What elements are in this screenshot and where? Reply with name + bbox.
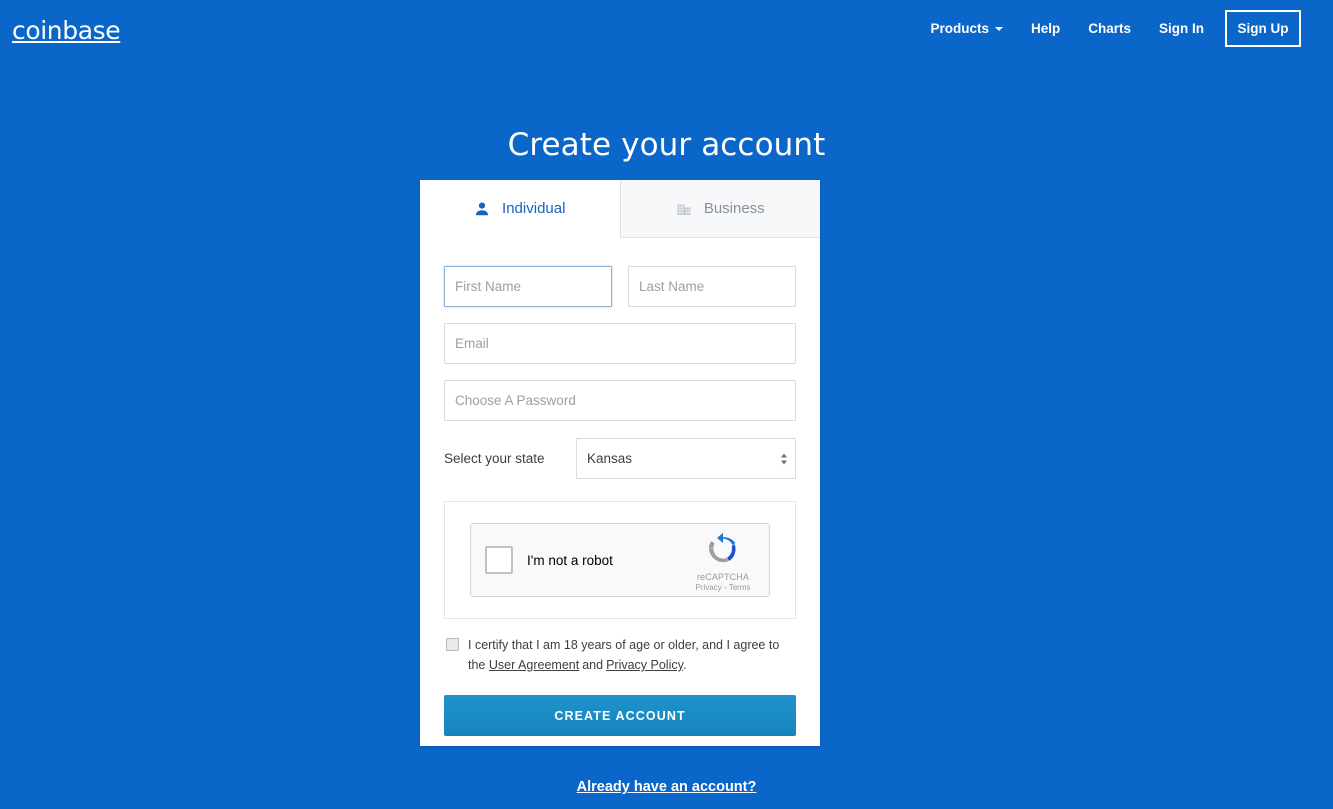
state-label: Select your state <box>444 451 545 466</box>
consent-text-after: . <box>682 658 687 672</box>
chevron-down-icon <box>994 27 1003 31</box>
top-navigation-bar: coinbase Products Help Charts Sign In Si… <box>0 0 1333 58</box>
consent-text-between: and <box>582 658 604 672</box>
user-agreement-link[interactable]: User Agreement <box>489 658 579 672</box>
name-row <box>444 266 796 307</box>
nav-link-help[interactable]: Help <box>1017 0 1074 58</box>
nav-links-group: Products Help Charts Sign In <box>916 0 1218 58</box>
nav-link-charts[interactable]: Charts <box>1074 0 1145 58</box>
state-select-wrapper: Kansas <box>576 438 796 479</box>
recaptcha-brand-links[interactable]: Privacy - Terms <box>687 583 759 592</box>
age-consent-row: I certify that I am 18 years of age or o… <box>444 635 796 675</box>
nav-link-products[interactable]: Products <box>916 0 1017 58</box>
building-icon <box>676 201 692 217</box>
state-selector-row: Select your state Kansas <box>444 438 796 479</box>
nav-link-sign-in[interactable]: Sign In <box>1145 0 1218 58</box>
age-consent-checkbox[interactable] <box>446 638 459 651</box>
age-consent-text: I certify that I am 18 years of age or o… <box>468 635 796 675</box>
state-select-value: Kansas <box>587 451 633 466</box>
tab-individual-label: Individual <box>502 200 566 217</box>
first-name-input[interactable] <box>444 266 612 307</box>
create-account-button[interactable]: CREATE ACCOUNT <box>444 695 796 736</box>
recaptcha-logo-icon <box>706 532 740 570</box>
tab-individual[interactable]: Individual <box>420 180 620 238</box>
password-input[interactable] <box>444 380 796 421</box>
privacy-policy-link[interactable]: Privacy Policy <box>606 658 683 672</box>
signup-card: Individual Business First Name Last Name… <box>420 180 820 746</box>
state-select[interactable]: Kansas <box>576 438 796 479</box>
nav-link-products-label: Products <box>930 21 989 36</box>
recaptcha-widget[interactable]: I'm not a robot reCAPTCHA Privacy - Term… <box>470 523 770 597</box>
recaptcha-branding: reCAPTCHA Privacy - Terms <box>687 532 759 592</box>
tab-business[interactable]: Business <box>619 180 820 238</box>
tab-business-label: Business <box>703 200 765 217</box>
signup-form: Select your state Kansas I'm not a robot <box>420 238 820 736</box>
stepper-arrows-icon <box>781 453 787 464</box>
coinbase-logo[interactable]: coinbase <box>12 16 121 45</box>
page-title: Create your account <box>507 126 826 163</box>
recaptcha-checkbox[interactable] <box>485 546 513 574</box>
recaptcha-brand-name: reCAPTCHA <box>697 572 749 582</box>
last-name-input[interactable] <box>628 266 796 307</box>
recaptcha-label: I'm not a robot <box>527 552 613 568</box>
email-input[interactable] <box>444 323 796 364</box>
sign-up-button[interactable]: Sign Up <box>1225 10 1301 47</box>
captcha-container: I'm not a robot reCAPTCHA Privacy - Term… <box>444 501 796 619</box>
already-have-account-link[interactable]: Already have an account? <box>0 779 1333 795</box>
account-type-tabs: Individual Business <box>420 180 820 238</box>
person-icon <box>474 201 490 217</box>
